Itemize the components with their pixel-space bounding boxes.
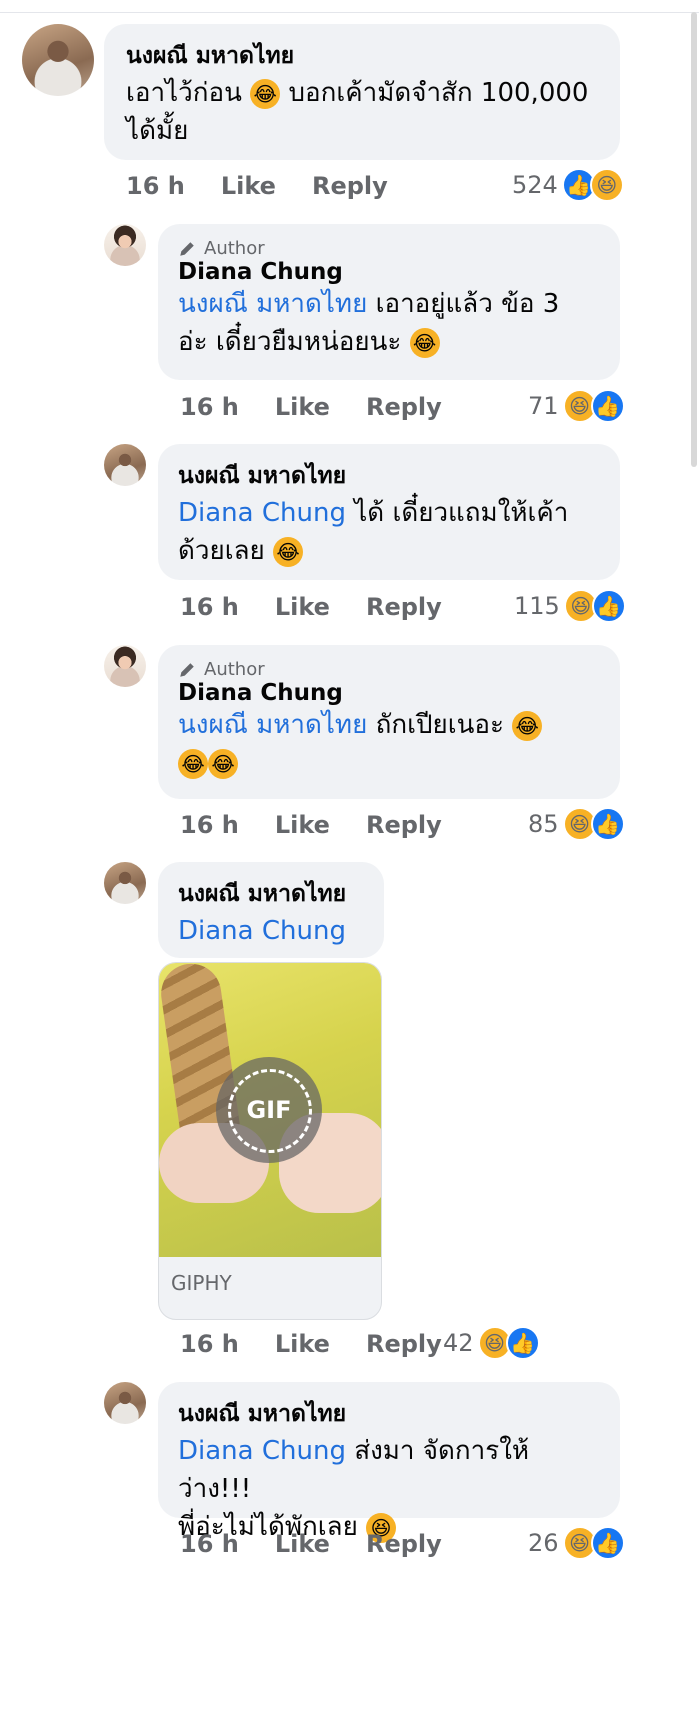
comment-text: นงผณี มหาดไทย ถักเปียเนอะ 😂 😂 😂 xyxy=(178,706,600,782)
like-button[interactable]: Like xyxy=(275,593,330,621)
commenter-name[interactable]: นงผณี มหาดไทย xyxy=(126,38,598,74)
comment-bubble: นงผณี มหาดไทย Diana Chung xyxy=(158,862,384,958)
mention-link[interactable]: นงผณี มหาดไทย xyxy=(178,710,367,740)
like-button[interactable]: Like xyxy=(275,1530,330,1558)
reaction-summary[interactable]: 71 😆 👍 xyxy=(528,389,625,423)
comment-actions: 16 h Like Reply xyxy=(180,393,478,421)
reaction-count: 42 xyxy=(443,1329,474,1357)
comment-text-part: อ่ะ เดี๋ยวยืมหน่อยนะ xyxy=(178,327,402,357)
comment-text-part: ได้มั้ย xyxy=(126,116,189,146)
author-label: Author xyxy=(204,238,265,259)
author-badge: Author xyxy=(178,238,600,259)
rofl-emoji-icon: 😂 xyxy=(208,748,238,779)
comment-bubble: Author Diana Chung นงผณี มหาดไทย เอาอยู่… xyxy=(158,224,620,380)
author-badge: Author xyxy=(178,659,600,680)
like-reaction-icon: 👍 xyxy=(591,589,626,623)
giphy-source-label: GIPHY xyxy=(171,1271,232,1295)
reaction-summary[interactable]: 115 😆 👍 xyxy=(514,589,626,623)
comment-actions: 16 h Like Reply xyxy=(180,593,478,621)
like-button[interactable]: Like xyxy=(275,811,330,839)
top-divider xyxy=(0,12,699,13)
reply-button[interactable]: Reply xyxy=(366,1330,442,1358)
like-button[interactable]: Like xyxy=(221,172,276,200)
timestamp[interactable]: 16 h xyxy=(180,593,239,621)
pencil-icon xyxy=(180,241,194,256)
comment-text-part: เอาอยู่แล้ว ข้อ 3 xyxy=(375,289,560,319)
timestamp[interactable]: 16 h xyxy=(126,172,185,200)
reaction-summary[interactable]: 524 👍 😆 xyxy=(512,168,624,202)
rofl-emoji-icon: 😂 xyxy=(409,327,440,358)
comment-text: นงผณี มหาดไทย เอาอยู่แล้ว ข้อ 3 อ่ะ เดี๋… xyxy=(178,285,600,361)
commenter-name[interactable]: Diana Chung xyxy=(178,259,600,285)
timestamp[interactable]: 16 h xyxy=(180,811,239,839)
commenter-name[interactable]: นงผณี มหาดไทย xyxy=(178,1396,600,1432)
gif-image[interactable]: GIF xyxy=(159,963,381,1257)
scrollbar[interactable] xyxy=(691,12,697,467)
gif-label: GIF xyxy=(246,1096,292,1124)
reaction-summary[interactable]: 26 😆 👍 xyxy=(528,1526,625,1560)
avatar[interactable] xyxy=(104,645,146,687)
timestamp[interactable]: 16 h xyxy=(180,393,239,421)
comment-text-part: ได้ เดี๋ยวแถมให้เค้า xyxy=(354,498,569,528)
avatar[interactable] xyxy=(104,224,146,266)
avatar[interactable] xyxy=(104,1382,146,1424)
timestamp[interactable]: 16 h xyxy=(180,1330,239,1358)
haha-reaction-icon: 😆 xyxy=(589,168,624,202)
commenter-name[interactable]: นงผณี มหาดไทย xyxy=(178,458,600,494)
comment-text: Diana Chung xyxy=(178,912,364,950)
like-reaction-icon: 👍 xyxy=(590,389,625,423)
reaction-count: 71 xyxy=(528,392,559,420)
reaction-summary[interactable]: 42 😆 👍 xyxy=(443,1326,540,1360)
reaction-count: 524 xyxy=(512,171,558,199)
like-button[interactable]: Like xyxy=(275,1330,330,1358)
comment-bubble: Author Diana Chung นงผณี มหาดไทย ถักเปีย… xyxy=(158,645,620,799)
avatar[interactable] xyxy=(104,444,146,486)
comment-text: Diana Chung ได้ เดี๋ยวแถมให้เค้า ด้วยเลย… xyxy=(178,494,600,570)
comment-actions: 16 h Like Reply xyxy=(180,811,478,839)
rofl-emoji-icon: 😂 xyxy=(273,536,304,567)
reaction-count: 115 xyxy=(514,592,560,620)
mention-link[interactable]: Diana Chung xyxy=(178,498,346,528)
reaction-summary[interactable]: 85 😆 👍 xyxy=(528,807,625,841)
gif-play-button[interactable]: GIF xyxy=(216,1057,322,1163)
pencil-icon xyxy=(180,662,194,677)
comment-text-part: ด้วยเลย xyxy=(178,536,265,566)
gif-attachment[interactable]: GIF GIPHY xyxy=(158,962,382,1320)
avatar[interactable] xyxy=(22,24,94,96)
comment-bubble: นงผณี มหาดไทย Diana Chung ส่งมา จัดการให… xyxy=(158,1382,620,1543)
comment-actions: 16 h Like Reply xyxy=(126,172,424,200)
like-button[interactable]: Like xyxy=(275,393,330,421)
comment-actions: 16 h Like Reply xyxy=(180,1330,478,1358)
avatar[interactable] xyxy=(104,862,146,904)
comment-text-part: เอาไว้ก่อน xyxy=(126,78,242,108)
reply-button[interactable]: Reply xyxy=(366,393,442,421)
mention-link[interactable]: Diana Chung xyxy=(178,916,346,946)
comment-text-part: ถักเปียเนอะ xyxy=(375,710,504,740)
comment-bubble: นงผณี มหาดไทย Diana Chung ได้ เดี๋ยวแถมใ… xyxy=(158,444,620,580)
comment-bubble: นงผณี มหาดไทย เอาไว้ก่อน 😂 บอกเค้ามัดจำส… xyxy=(104,24,620,160)
commenter-name[interactable]: Diana Chung xyxy=(178,680,600,706)
reply-button[interactable]: Reply xyxy=(312,172,388,200)
reply-button[interactable]: Reply xyxy=(366,593,442,621)
reaction-count: 85 xyxy=(528,810,559,838)
mention-link[interactable]: นงผณี มหาดไทย xyxy=(178,289,367,319)
reaction-count: 26 xyxy=(528,1529,559,1557)
reply-button[interactable]: Reply xyxy=(366,1530,442,1558)
reply-button[interactable]: Reply xyxy=(366,811,442,839)
rofl-emoji-icon: 😂 xyxy=(250,78,281,109)
comment-actions: 16 h Like Reply xyxy=(180,1530,478,1558)
commenter-name[interactable]: นงผณี มหาดไทย xyxy=(178,876,364,912)
like-reaction-icon: 👍 xyxy=(590,807,625,841)
like-reaction-icon: 👍 xyxy=(505,1326,540,1360)
rofl-emoji-icon: 😂 xyxy=(178,748,208,779)
comment-text: เอาไว้ก่อน 😂 บอกเค้ามัดจำสัก 100,000 ได้… xyxy=(126,74,598,150)
author-label: Author xyxy=(204,659,265,680)
timestamp[interactable]: 16 h xyxy=(180,1530,239,1558)
comment-text-part: บอกเค้ามัดจำสัก 100,000 xyxy=(288,78,589,108)
like-reaction-icon: 👍 xyxy=(590,1526,625,1560)
rofl-emoji-icon: 😂 xyxy=(512,710,543,741)
mention-link[interactable]: Diana Chung xyxy=(178,1436,346,1466)
